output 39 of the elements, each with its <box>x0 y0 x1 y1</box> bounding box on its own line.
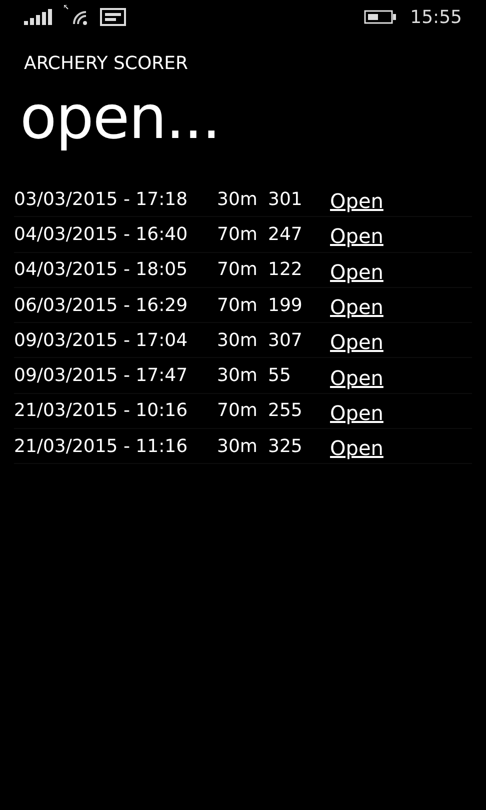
session-date: 04/03/2015 - 18:05 <box>14 259 189 280</box>
open-link[interactable]: Open <box>330 400 384 425</box>
session-score: 255 <box>268 400 304 422</box>
open-link[interactable]: Open <box>330 189 384 214</box>
open-link[interactable]: Open <box>330 366 384 390</box>
session-date: 04/03/2015 - 16:40 <box>14 224 189 245</box>
session-date: 03/03/2015 - 17:18 <box>14 188 189 210</box>
open-link[interactable]: Open <box>330 224 384 248</box>
session-distance: 70m <box>217 224 258 245</box>
message-icon <box>100 8 126 26</box>
wifi-icon <box>64 5 90 25</box>
open-link[interactable]: Open <box>330 330 384 354</box>
session-date: 09/03/2015 - 17:04 <box>14 330 189 351</box>
session-date: 09/03/2015 - 17:47 <box>14 365 189 386</box>
page-title: open... <box>20 82 221 155</box>
open-link[interactable]: Open <box>330 295 384 320</box>
session-score: 122 <box>268 259 304 280</box>
session-distance: 30m <box>217 365 258 386</box>
session-score: 199 <box>268 294 304 316</box>
signal-icon <box>24 9 54 25</box>
session-score: 247 <box>268 224 304 245</box>
session-score: 325 <box>268 436 304 457</box>
session-distance: 30m <box>217 330 258 351</box>
session-distance: 70m <box>217 259 258 280</box>
battery-icon <box>364 10 396 24</box>
session-score: 301 <box>268 188 304 210</box>
open-link[interactable]: Open <box>330 260 384 284</box>
session-distance: 70m <box>217 294 258 316</box>
session-date: 06/03/2015 - 16:29 <box>14 294 189 316</box>
clock-time: 15:55 <box>410 6 462 28</box>
session-distance: 30m <box>217 188 258 210</box>
app-title: ARCHERY SCORER <box>24 52 190 76</box>
session-date: 21/03/2015 - 10:16 <box>14 400 189 422</box>
session-score: 55 <box>268 365 292 386</box>
open-link[interactable]: Open <box>330 436 384 460</box>
session-date: 21/03/2015 - 11:16 <box>14 436 189 457</box>
session-score: 307 <box>268 330 304 351</box>
session-distance: 30m <box>217 436 258 457</box>
session-distance: 70m <box>217 400 258 422</box>
